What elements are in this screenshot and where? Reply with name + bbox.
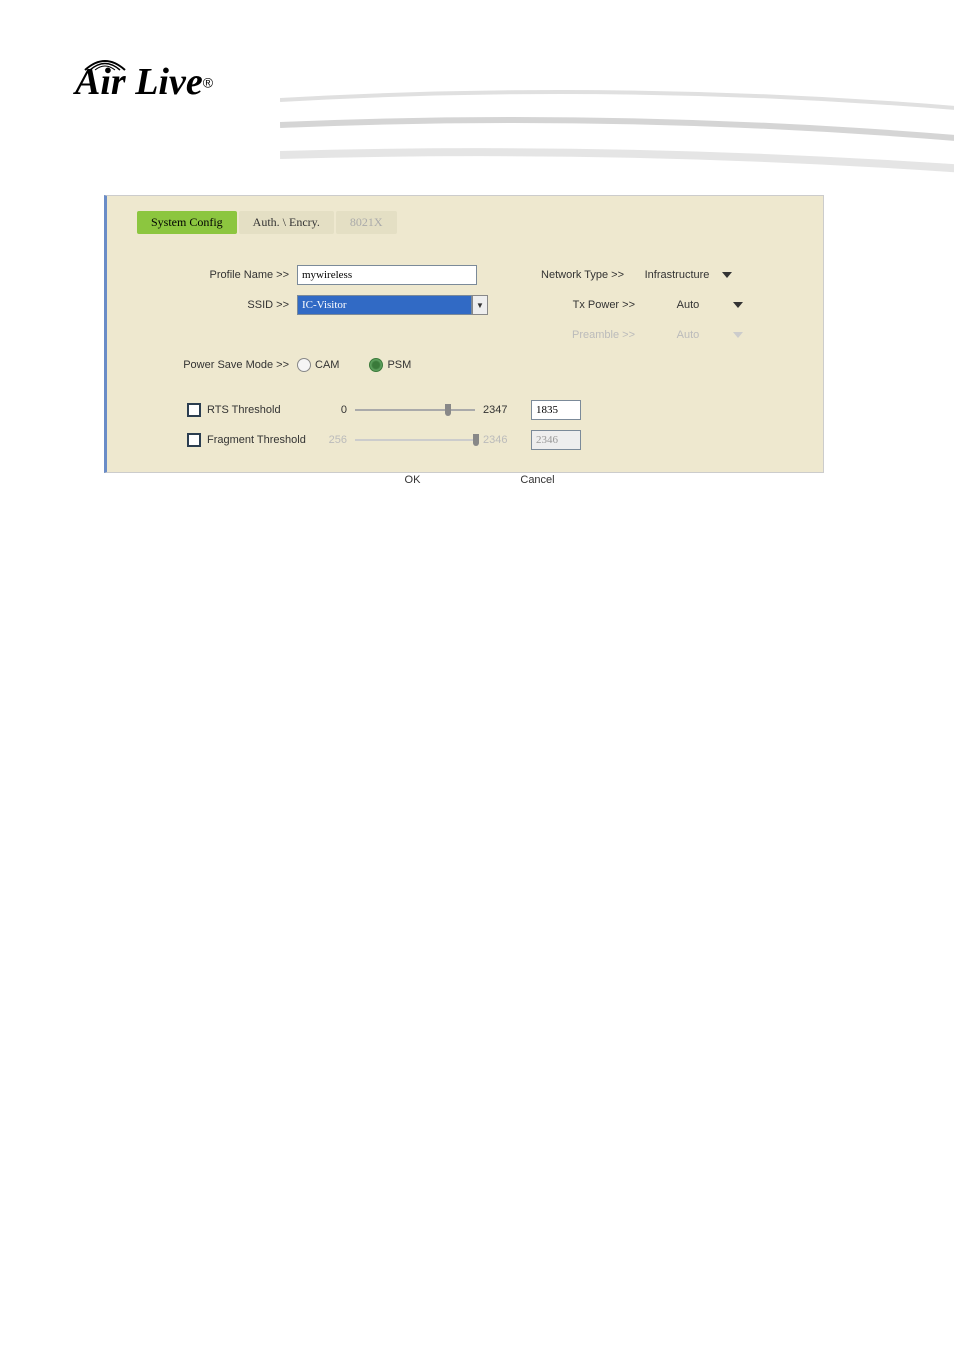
fragment-slider: [355, 439, 475, 441]
tab-auth-encry[interactable]: Auth. \ Encry.: [239, 211, 334, 234]
form-body: Profile Name >> Network Type >> Infrastr…: [107, 234, 823, 499]
fragment-label: Fragment Threshold: [207, 434, 317, 446]
network-type-label: Network Type >>: [527, 269, 632, 281]
psm-radio[interactable]: [369, 358, 383, 372]
registered-mark: ®: [203, 75, 213, 91]
tab-bar: System Config Auth. \ Encry. 8021X: [107, 196, 823, 234]
preamble-label: Preamble >>: [538, 329, 643, 341]
tx-power-label: Tx Power >>: [538, 299, 643, 311]
rts-min: 0: [317, 404, 347, 416]
rts-value-input[interactable]: [531, 400, 581, 420]
tab-system-config[interactable]: System Config: [137, 211, 237, 234]
rts-slider[interactable]: [355, 409, 475, 411]
wifi-arc-icon: [80, 52, 130, 72]
cam-radio-label: CAM: [315, 359, 339, 371]
rts-max: 2347: [483, 404, 523, 416]
cancel-button[interactable]: Cancel: [500, 471, 575, 489]
psm-radio-label: PSM: [387, 359, 411, 371]
fragment-value-input: [531, 430, 581, 450]
network-type-value: Infrastructure: [632, 269, 722, 281]
fragment-checkbox[interactable]: [187, 433, 201, 447]
chevron-down-icon[interactable]: [722, 272, 732, 278]
ssid-label: SSID >>: [167, 299, 297, 311]
power-save-label: Power Save Mode >>: [167, 359, 297, 371]
fragment-min: 256: [317, 434, 347, 446]
profile-name-label: Profile Name >>: [167, 269, 297, 281]
rts-checkbox[interactable]: [187, 403, 201, 417]
cam-radio[interactable]: [297, 358, 311, 372]
ssid-dropdown-button[interactable]: ▼: [472, 295, 488, 315]
rts-label: RTS Threshold: [207, 404, 317, 416]
fragment-max: 2346: [483, 434, 523, 446]
profile-name-input[interactable]: [297, 265, 477, 285]
config-panel: System Config Auth. \ Encry. 8021X Profi…: [104, 195, 824, 473]
chevron-down-icon: [733, 332, 743, 338]
preamble-value: Auto: [643, 329, 733, 341]
ssid-input[interactable]: [297, 295, 472, 315]
tab-8021x[interactable]: 8021X: [336, 211, 397, 234]
ok-button[interactable]: OK: [375, 471, 450, 489]
tx-power-value: Auto: [643, 299, 733, 311]
brand-logo: Air Live®: [75, 60, 213, 104]
header-decorative-swoosh: [280, 70, 954, 190]
chevron-down-icon[interactable]: [733, 302, 743, 308]
